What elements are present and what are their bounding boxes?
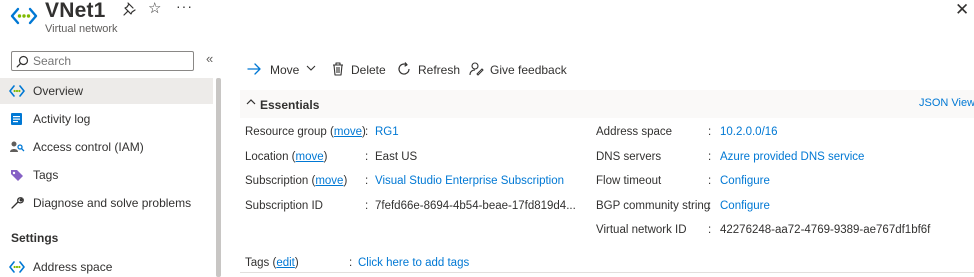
field-separator: : [349, 257, 353, 269]
chevron-up-icon[interactable] [246, 98, 256, 106]
location-value: East US [375, 151, 418, 163]
resource-header: VNet1 Virtual network ☆ ··· ✕ [0, 0, 974, 42]
field-label: Virtual network ID [596, 224, 687, 236]
move-location-link[interactable]: move [296, 151, 324, 163]
field-separator: : [708, 126, 712, 138]
activity-log-icon [11, 113, 22, 125]
field-label: Flow timeout [596, 175, 662, 187]
move-subscription-link[interactable]: move [315, 175, 343, 187]
virtual-network-icon [10, 7, 38, 25]
field-label: Location (move) [245, 151, 328, 163]
iam-icon [10, 141, 25, 152]
divider [240, 272, 974, 273]
search-icon [16, 55, 29, 68]
field-separator: : [365, 151, 369, 163]
field-label: Address space [596, 126, 673, 138]
sidebar-item-label: Tags [33, 168, 59, 182]
tag-icon [11, 170, 23, 181]
move-resource-group-link[interactable]: move [334, 126, 362, 138]
menu-search-input[interactable] [33, 53, 183, 69]
field-label: Subscription (move) [245, 175, 348, 187]
more-options-icon[interactable]: ··· [176, 0, 193, 14]
field-label: BGP community string [596, 200, 711, 212]
sidebar-item-diagnose[interactable]: Diagnose and solve problems [0, 190, 213, 216]
sidebar-item-label: Address space [33, 260, 113, 274]
field-separator: : [365, 126, 369, 138]
refresh-label: Refresh [418, 63, 461, 77]
virtual-network-id-value: 42276248-aa72-4769-9389-ae767df1bf6f [720, 224, 931, 236]
resource-menu: « Overview Activity log Access control (… [0, 44, 222, 277]
essentials-header[interactable] [240, 90, 974, 118]
field-label: Tags (edit) [245, 257, 299, 269]
add-tags-link[interactable]: Click here to add tags [358, 257, 469, 269]
edit-tags-link[interactable]: edit [276, 257, 295, 269]
field-separator: : [365, 200, 369, 212]
give-feedback-label: Give feedback [490, 63, 567, 77]
resource-group-link[interactable]: RG1 [375, 126, 399, 138]
field-separator: : [708, 151, 712, 163]
move-label: Move [270, 63, 300, 77]
virtual-network-icon [9, 261, 25, 273]
sidebar-item-label: Access control (IAM) [33, 140, 144, 154]
sidebar-item-activity-log[interactable]: Activity log [0, 106, 213, 132]
sidebar-item-address-space[interactable]: Address space [0, 254, 213, 277]
subscription-id-value: 7fefd66e-8694-4b54-beae-17fd819d4... [375, 200, 576, 212]
feedback-icon [469, 62, 484, 76]
favorite-star-icon[interactable]: ☆ [148, 0, 161, 17]
flow-timeout-configure-link[interactable]: Configure [720, 175, 770, 187]
sidebar-item-label: Overview [33, 84, 84, 98]
sidebar-item-label: Activity log [33, 112, 91, 126]
sidebar-section-settings: Settings [11, 231, 59, 245]
bgp-configure-link[interactable]: Configure [720, 200, 770, 212]
subscription-link[interactable]: Visual Studio Enterprise Subscription [375, 175, 564, 187]
arrow-right-icon [247, 63, 261, 75]
field-separator: : [708, 175, 712, 187]
sidebar-item-label: Diagnose and solve problems [33, 196, 192, 210]
menu-search-box[interactable] [11, 51, 194, 71]
field-label: Subscription ID [245, 200, 323, 212]
essentials-title: Essentials [260, 98, 320, 112]
chevron-down-icon [306, 65, 316, 71]
collapse-menu-icon[interactable]: « [206, 51, 213, 66]
field-label: DNS servers [596, 151, 662, 163]
json-view-link[interactable]: JSON View [919, 97, 974, 109]
delete-label: Delete [351, 63, 386, 77]
give-feedback-button[interactable]: Give feedback [468, 58, 568, 80]
pin-icon[interactable] [122, 1, 138, 17]
move-button[interactable]: Move [246, 58, 320, 80]
field-separator: : [365, 175, 369, 187]
close-icon[interactable]: ✕ [955, 0, 969, 20]
sidebar-item-overview[interactable]: Overview [0, 78, 213, 104]
address-space-link[interactable]: 10.2.0.0/16 [720, 126, 778, 138]
refresh-button[interactable]: Refresh [396, 58, 461, 80]
sidebar-item-access-control[interactable]: Access control (IAM) [0, 134, 213, 160]
wrench-icon [11, 197, 24, 209]
page-title: VNet1 [45, 0, 106, 22]
field-separator: : [708, 224, 712, 236]
page-subtitle: Virtual network [45, 23, 118, 35]
sidebar-item-tags[interactable]: Tags [0, 162, 213, 188]
virtual-network-icon [9, 85, 25, 97]
field-label: Resource group (move) [245, 126, 366, 138]
trash-icon [333, 62, 343, 76]
dns-servers-link[interactable]: Azure provided DNS service [720, 151, 864, 163]
field-separator: : [708, 200, 712, 212]
sidebar-scrollbar[interactable] [216, 78, 221, 277]
delete-button[interactable]: Delete [330, 58, 386, 80]
refresh-icon [398, 62, 410, 75]
